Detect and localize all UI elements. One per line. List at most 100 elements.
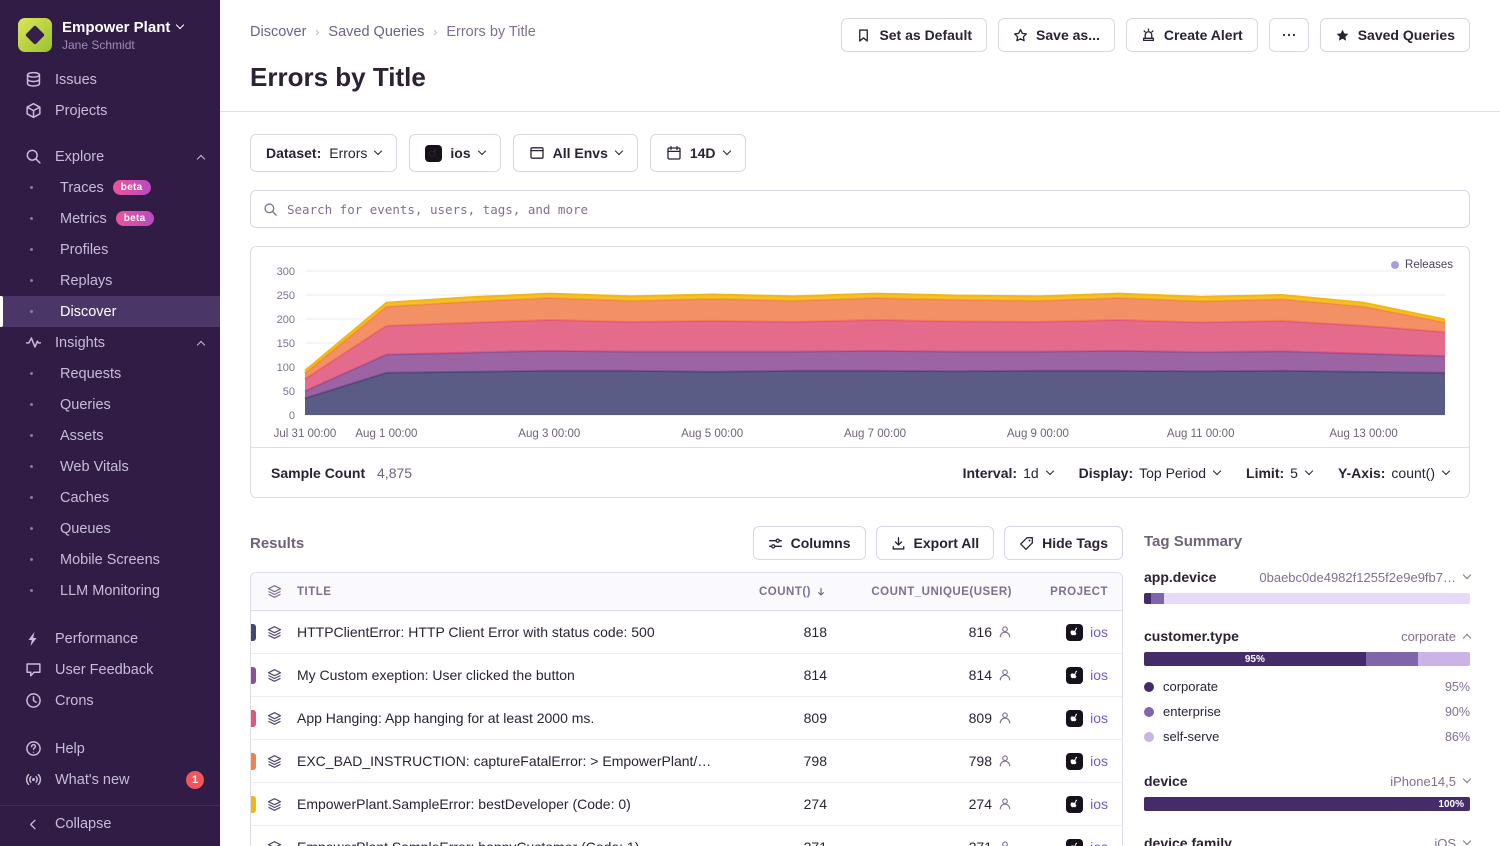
table-row[interactable]: EmpowerPlant.SampleError: bestDeveloper …: [251, 783, 1122, 826]
sidebar-item-performance[interactable]: Performance: [0, 623, 220, 654]
table-row[interactable]: My Custom exeption: User clicked the but…: [251, 654, 1122, 697]
sidebar-item-mobile-screens[interactable]: Mobile Screens: [0, 544, 220, 575]
yaxis-dropdown[interactable]: Y-Axis: count(): [1338, 465, 1449, 481]
sidebar-item-issues[interactable]: Issues: [0, 64, 220, 95]
sidebar-item-whats-new[interactable]: What's new 1: [0, 764, 220, 795]
chevron-down-icon[interactable]: [1463, 571, 1471, 579]
column-header-title[interactable]: TITLE: [297, 573, 727, 611]
tag-top-value[interactable]: iPhone14,5: [1390, 774, 1456, 789]
apple-platform-icon: [1066, 624, 1083, 641]
tag-distribution-bar[interactable]: [1144, 593, 1470, 604]
count-unique-value: 274: [827, 796, 1012, 812]
help-icon: [24, 740, 42, 757]
sidebar-item-caches[interactable]: Caches: [0, 482, 220, 513]
beta-badge: beta: [113, 180, 151, 195]
project-link[interactable]: ios: [1090, 839, 1108, 846]
search-input[interactable]: [287, 202, 1457, 217]
tag-top-value[interactable]: 0baebc0de4982f1255f2e9e9fb7…: [1259, 570, 1456, 585]
project-link[interactable]: ios: [1090, 667, 1108, 683]
sidebar-item-requests[interactable]: Requests: [0, 358, 220, 389]
table-row[interactable]: EmpowerPlant.SampleError: happyCustomer …: [251, 826, 1122, 846]
create-alert-button[interactable]: Create Alert: [1126, 18, 1258, 52]
table-row[interactable]: EXC_BAD_INSTRUCTION: captureFatalError: …: [251, 740, 1122, 783]
count-value: 818: [727, 624, 827, 640]
org-switcher[interactable]: Empower Plant Jane Schmidt: [0, 14, 220, 64]
limit-dropdown[interactable]: Limit: 5: [1246, 465, 1312, 481]
search-bar: [250, 190, 1470, 228]
sidebar-group-explore[interactable]: Explore: [0, 141, 220, 172]
sliders-icon: [768, 536, 783, 551]
table-row[interactable]: App Hanging: App hanging for at least 20…: [251, 697, 1122, 740]
breadcrumb-discover[interactable]: Discover: [250, 24, 306, 40]
tag-distribution-bar[interactable]: 95%: [1144, 652, 1470, 666]
tag-distribution-bar[interactable]: 100%: [1144, 797, 1470, 811]
sidebar-item-label: Discover: [60, 304, 116, 320]
project-link[interactable]: ios: [1090, 753, 1108, 769]
lightning-icon: [24, 631, 42, 647]
project-link[interactable]: ios: [1090, 796, 1108, 812]
sidebar-item-traces[interactable]: Tracesbeta: [0, 172, 220, 203]
sidebar-item-replays[interactable]: Replays: [0, 265, 220, 296]
environment-filter[interactable]: All Envs: [513, 134, 638, 172]
save-as-button[interactable]: Save as...: [998, 18, 1115, 52]
sidebar-item-metrics[interactable]: Metricsbeta: [0, 203, 220, 234]
columns-button[interactable]: Columns: [753, 526, 866, 560]
sidebar-item-label: Crons: [55, 693, 94, 709]
chart-legend[interactable]: Releases: [1391, 259, 1453, 271]
sidebar-item-help[interactable]: Help: [0, 733, 220, 764]
sidebar-item-queues[interactable]: Queues: [0, 513, 220, 544]
interval-dropdown[interactable]: Interval: 1d: [963, 465, 1053, 481]
table-header: TITLE COUNT() COUNT_UNIQUE(USER) PROJECT: [251, 573, 1122, 611]
project-link[interactable]: ios: [1090, 710, 1108, 726]
apple-platform-icon: [1066, 839, 1083, 846]
sidebar-item-crons[interactable]: Crons: [0, 685, 220, 716]
sidebar-item-user-feedback[interactable]: User Feedback: [0, 654, 220, 685]
event-stack-icon: [251, 668, 297, 683]
export-all-button[interactable]: Export All: [876, 526, 995, 560]
event-stack-icon: [251, 840, 297, 846]
sidebar-item-assets[interactable]: Assets: [0, 420, 220, 451]
sidebar-item-queries[interactable]: Queries: [0, 389, 220, 420]
project-link[interactable]: ios: [1090, 624, 1108, 640]
user-icon: [998, 668, 1012, 682]
display-dropdown[interactable]: Display: Top Period: [1079, 465, 1220, 481]
project-filter[interactable]: ios: [409, 134, 500, 172]
set-as-default-button[interactable]: Set as Default: [841, 18, 987, 52]
more-options-button[interactable]: [1269, 18, 1309, 52]
tag-top-value[interactable]: iOS: [1434, 836, 1456, 846]
chevron-up-icon[interactable]: [1463, 634, 1471, 642]
tag-value-row[interactable]: corporate95%: [1144, 674, 1470, 699]
stacked-area-chart[interactable]: 050100150200250300Jul 31 00:00Aug 1 00:0…: [251, 247, 1469, 447]
column-header-count-unique[interactable]: COUNT_UNIQUE(USER): [827, 586, 1012, 598]
svg-text:Aug 3 00:00: Aug 3 00:00: [518, 428, 580, 440]
tag-value-row[interactable]: self-serve86%: [1144, 724, 1470, 749]
sidebar-collapse-button[interactable]: Collapse: [0, 805, 220, 836]
chevron-down-icon: [1045, 466, 1053, 474]
sidebar-item-profiles[interactable]: Profiles: [0, 234, 220, 265]
sidebar-item-projects[interactable]: Projects: [0, 95, 220, 126]
svg-text:Aug 13 00:00: Aug 13 00:00: [1329, 428, 1397, 440]
saved-queries-button[interactable]: Saved Queries: [1320, 18, 1470, 52]
sidebar-item-web-vitals[interactable]: Web Vitals: [0, 451, 220, 482]
column-header-count[interactable]: COUNT(): [727, 586, 827, 598]
hide-tags-button[interactable]: Hide Tags: [1004, 526, 1123, 560]
svg-text:Jul 31 00:00: Jul 31 00:00: [274, 428, 337, 440]
bullet-icon: [30, 496, 33, 499]
date-range-filter[interactable]: 14D: [650, 134, 746, 172]
tag-top-value[interactable]: corporate: [1401, 629, 1456, 644]
sidebar-item-llm-monitoring[interactable]: LLM Monitoring: [0, 575, 220, 606]
sidebar-item-discover[interactable]: Discover: [0, 296, 220, 327]
project-cell: ios: [1012, 839, 1122, 846]
chevron-down-icon[interactable]: [1463, 775, 1471, 783]
svg-text:0: 0: [289, 410, 295, 422]
breadcrumb-saved-queries[interactable]: Saved Queries: [328, 24, 424, 40]
svg-text:250: 250: [277, 290, 295, 302]
table-row[interactable]: HTTPClientError: HTTP Client Error with …: [251, 611, 1122, 654]
column-header-project[interactable]: PROJECT: [1012, 586, 1122, 598]
search-icon: [263, 202, 278, 217]
tag-value-row[interactable]: enterprise90%: [1144, 699, 1470, 724]
chevron-down-icon[interactable]: [1463, 837, 1471, 845]
sidebar-group-insights[interactable]: Insights: [0, 327, 220, 358]
sidebar-item-label: Metrics: [60, 211, 107, 227]
dataset-filter[interactable]: Dataset: Errors: [250, 134, 397, 172]
